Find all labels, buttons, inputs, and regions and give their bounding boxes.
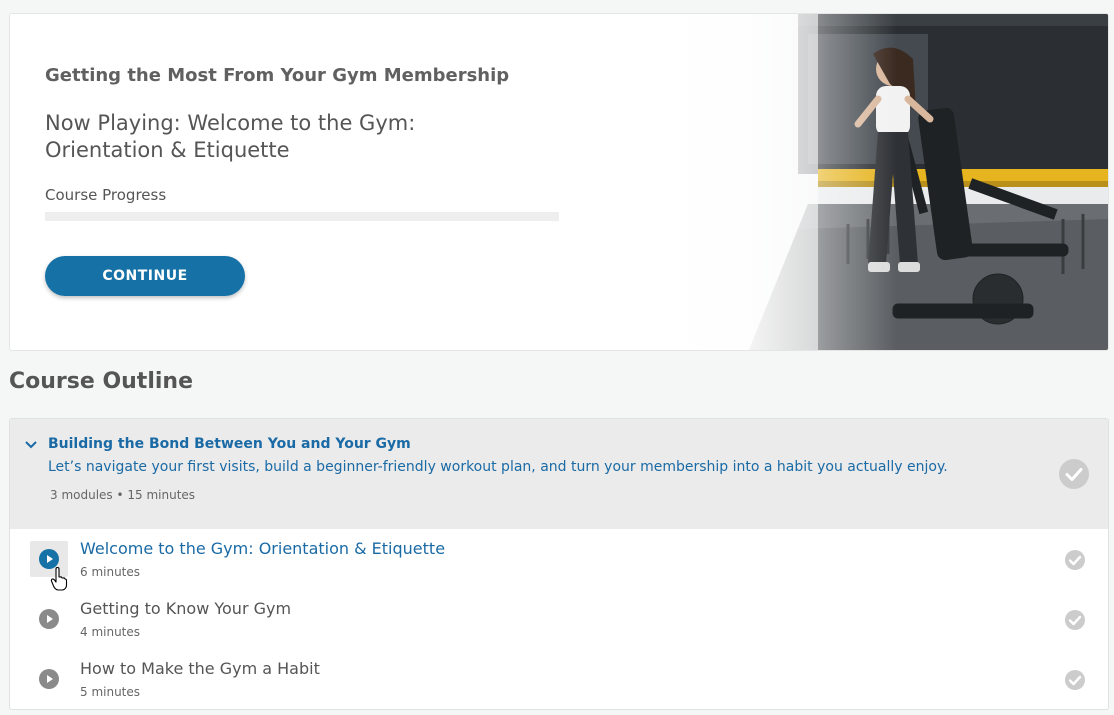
course-progress-bar: [45, 212, 559, 221]
course-title: Getting the Most From Your Gym Membershi…: [45, 65, 510, 86]
lesson-duration: 6 minutes: [80, 565, 141, 579]
course-progress-label: Course Progress: [45, 186, 167, 204]
photo-fade-overlay: [668, 14, 1108, 350]
lesson-play-button[interactable]: [30, 661, 68, 697]
lesson-item[interactable]: Getting to Know Your Gym 4 minutes: [10, 589, 1108, 649]
section-description: Let’s navigate your first visits, build …: [48, 459, 948, 475]
check-circle-icon: [1065, 550, 1085, 570]
check-circle-icon: [1065, 610, 1085, 630]
lesson-item[interactable]: Welcome to the Gym: Orientation & Etique…: [10, 529, 1108, 589]
course-hero-card: Getting the Most From Your Gym Membershi…: [9, 13, 1109, 351]
lesson-duration: 4 minutes: [80, 625, 141, 639]
course-outline-card: Building the Bond Between You and Your G…: [9, 418, 1109, 710]
continue-button[interactable]: CONTINUE: [45, 256, 245, 296]
lesson-duration: 5 minutes: [80, 685, 141, 699]
course-outline-heading: Course Outline: [9, 369, 193, 394]
lesson-title[interactable]: How to Make the Gym a Habit: [80, 659, 320, 678]
hand-cursor-icon: [50, 567, 68, 591]
lesson-item[interactable]: How to Make the Gym a Habit 5 minutes: [10, 649, 1108, 709]
section-title[interactable]: Building the Bond Between You and Your G…: [48, 436, 411, 452]
lesson-play-button[interactable]: [30, 601, 68, 637]
play-icon[interactable]: [38, 668, 60, 690]
lesson-title[interactable]: Getting to Know Your Gym: [80, 599, 291, 618]
lesson-title[interactable]: Welcome to the Gym: Orientation & Etique…: [80, 539, 445, 558]
chevron-down-icon[interactable]: [24, 438, 38, 452]
now-playing-title: Now Playing: Welcome to the Gym: Orienta…: [45, 111, 416, 162]
section-meta: 3 modules • 15 minutes: [50, 488, 196, 502]
check-circle-icon: [1065, 670, 1085, 690]
check-circle-icon: [1059, 459, 1089, 489]
section-header[interactable]: Building the Bond Between You and Your G…: [10, 419, 1108, 529]
play-icon[interactable]: [38, 608, 60, 630]
